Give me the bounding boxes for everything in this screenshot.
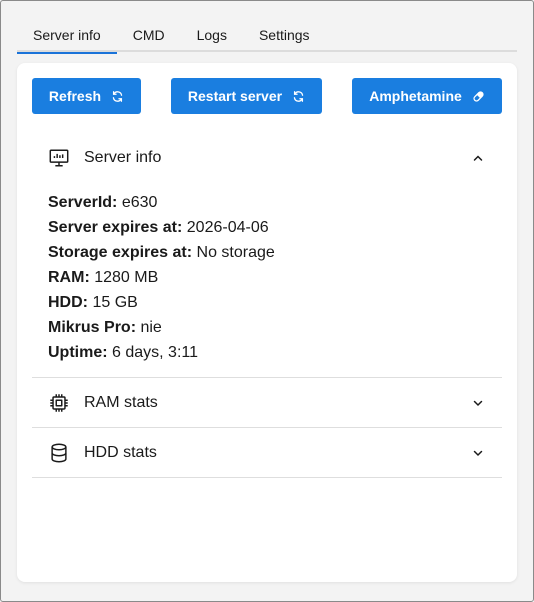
cpu-chip-icon <box>50 394 68 412</box>
pill-icon <box>473 90 484 102</box>
server-info-section-header[interactable]: Server info <box>32 133 502 183</box>
tab-settings[interactable]: Settings <box>243 18 326 52</box>
refresh-button-label: Refresh <box>48 88 102 104</box>
tab-bar: Server info CMD Logs Settings <box>17 18 517 54</box>
server-info-details: ServerId: e630 Server expires at: 2026-0… <box>48 190 275 365</box>
tab-logs[interactable]: Logs <box>181 18 243 52</box>
server-info-section-title: Server info <box>84 149 162 166</box>
chevron-down-icon <box>473 450 483 457</box>
ram-stats-section-title: RAM stats <box>84 394 158 411</box>
info-row-server-expires: Server expires at: 2026-04-06 <box>48 219 269 236</box>
divider <box>32 477 502 478</box>
info-row-mikrus-pro: Mikrus Pro: nie <box>48 319 162 336</box>
info-row-server-id: ServerId: e630 <box>48 194 158 211</box>
hdd-stats-section-title: HDD stats <box>84 444 157 461</box>
info-row-ram: RAM: 1280 MB <box>48 269 159 286</box>
tab-server-info[interactable]: Server info <box>17 18 117 54</box>
restart-icon <box>293 90 304 102</box>
info-row-uptime: Uptime: 6 days, 3:11 <box>48 344 198 361</box>
restart-button-label: Restart server <box>187 88 283 104</box>
chevron-down-icon <box>473 400 483 407</box>
hdd-stats-section-header[interactable]: HDD stats <box>32 428 502 478</box>
restart-server-button[interactable]: Restart server <box>171 78 322 114</box>
monitor-icon <box>49 149 69 167</box>
tab-cmd[interactable]: CMD <box>117 18 181 52</box>
ram-stats-section-header[interactable]: RAM stats <box>32 378 502 428</box>
database-icon <box>51 443 67 463</box>
info-row-storage-expires: Storage expires at: No storage <box>48 244 275 261</box>
content-card: Refresh Restart server Amphetamine Serve… <box>17 63 517 582</box>
amphetamine-button-label: Amphetamine <box>369 88 462 104</box>
info-row-hdd: HDD: 15 GB <box>48 294 138 311</box>
chevron-up-icon <box>473 155 483 161</box>
refresh-button[interactable]: Refresh <box>32 78 141 114</box>
amphetamine-button[interactable]: Amphetamine <box>352 78 502 114</box>
refresh-icon <box>112 90 123 102</box>
